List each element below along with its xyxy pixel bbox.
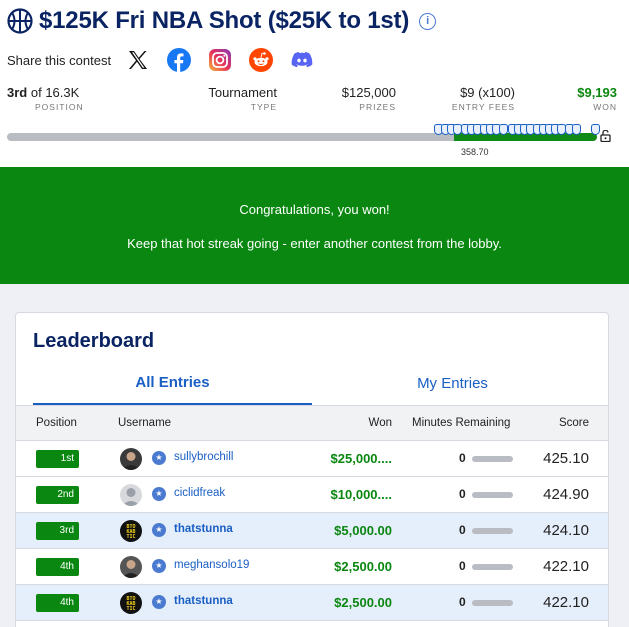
col-position[interactable]: Position [36,417,77,429]
position-badge: 4th [36,558,79,576]
minutes-remaining: 0 [459,595,466,609]
prizes-value: $125,000 [341,85,396,100]
rank-place: 3rd [7,85,28,100]
avatar[interactable] [120,484,142,506]
score-value: 422.10 [543,594,589,611]
col-won[interactable]: Won [369,417,392,429]
win-message: Congratulations, you won! [239,202,390,217]
share-row: Share this contest [7,46,330,74]
unlock-icon [600,130,611,142]
progress-value: 358.70 [461,147,489,157]
contest-stats: 3rd of 16.3K POSITION Tournament TYPE $1… [0,85,629,115]
discord-icon[interactable] [289,47,315,73]
table-row[interactable]: 1st ★ sullybrochill $25,000.... 0 425.10 [16,441,608,477]
score-value: 425.10 [543,450,589,467]
prizes-label: PRIZES [359,102,396,112]
username-link[interactable]: meghansolo19 [174,559,249,571]
position-badge: 4th [36,594,79,612]
avatar[interactable] [120,556,142,578]
leaderboard-header: Position Username Won Minutes Remaining … [16,405,608,441]
reddit-icon[interactable] [248,47,274,73]
prizes-stat: $125,000 PRIZES [342,85,396,112]
score-value: 424.90 [543,486,589,503]
score-value: 422.10 [543,558,589,575]
won-amount: $2,500.00 [334,559,392,574]
fees-label: ENTRY FEES [451,102,515,112]
minutes-remaining: 0 [459,559,466,573]
leaderboard-title: Leaderboard [33,330,155,352]
entry-marker-icon [499,124,508,135]
minutes-bar [472,456,513,462]
x-icon[interactable] [125,47,151,73]
username-link[interactable]: thatstunna [174,523,233,535]
type-value: Tournament [208,85,277,100]
minutes-bar [472,600,513,606]
col-username[interactable]: Username [118,417,171,429]
contest-header: $125K Fri NBA Shot ($25K to 1st) i [7,4,437,38]
minutes-remaining: 0 [459,487,466,501]
verified-icon: ★ [152,595,166,609]
minutes-remaining: 0 [459,451,466,465]
info-icon[interactable]: i [419,12,437,30]
tab-all-entries[interactable]: All Entries [33,361,312,405]
won-amount: $2,500.00 [334,595,392,610]
fees-stat: $9 (x100) ENTRY FEES [452,85,515,112]
position-badge: 1st [36,450,79,468]
verified-icon: ★ [152,523,166,537]
position-label: POSITION [35,102,84,112]
minutes-bar [472,492,513,498]
username-link[interactable]: sullybrochill [174,451,233,463]
won-label: WON [593,102,617,112]
verified-icon: ★ [152,487,166,501]
win-banner: Congratulations, you won! Keep that hot … [0,167,629,284]
position-stat: 3rd of 16.3K POSITION [7,85,84,112]
avatar[interactable]: BTO KAB TIC [120,520,142,542]
contest-title: $125K Fri NBA Shot ($25K to 1st) [39,7,410,34]
table-row[interactable]: 2nd ★ ciclidfreak $10,000.... 0 424.90 [16,477,608,513]
entry-markers [434,122,604,136]
position-badge: 3rd [36,522,79,540]
share-label: Share this contest [7,52,112,68]
entry-marker-icon [591,124,600,135]
type-label: TYPE [250,102,277,112]
leaderboard-section: Leaderboard All Entries My Entries Posit… [0,284,629,627]
avatar[interactable] [120,448,142,470]
rank-of: of 16.3K [30,85,80,100]
table-row[interactable]: 4th BTO KAB TIC ★ thatstunna $2,500.00 0 422.10 [16,585,608,621]
svg-text:TIC: TIC [126,606,135,612]
facebook-icon[interactable] [166,47,192,73]
table-row[interactable]: 4th ★ meghansolo19 $2,500.00 0 422.10 [16,549,608,585]
leaderboard-tabs: All Entries My Entries [33,361,593,405]
score-value: 424.10 [543,522,589,539]
avatar[interactable]: BTO KAB TIC [120,592,142,614]
lobby-message: Keep that hot streak going - enter anoth… [127,236,502,251]
fees-value: $9 (x100) [460,85,515,100]
col-score[interactable]: Score [559,417,589,429]
minutes-remaining: 0 [459,523,466,537]
table-row[interactable]: 3rd BTO KAB TIC ★ thatstunna $5,000.00 0 424.10 [16,513,608,549]
position-badge: 2nd [36,486,79,504]
entry-marker-icon [572,124,581,135]
svg-text:TIC: TIC [126,534,135,540]
won-stat: $9,193 WON [577,85,617,112]
username-link[interactable]: thatstunna [174,595,233,607]
username-link[interactable]: ciclidfreak [174,487,225,499]
won-amount: $25,000.... [330,451,392,466]
minutes-bar [472,564,513,570]
won-value: $9,193 [577,85,617,100]
instagram-icon[interactable] [207,47,233,73]
verified-icon: ★ [152,559,166,573]
basketball-icon [7,8,33,34]
won-amount: $5,000.00 [334,523,392,538]
type-stat: Tournament TYPE [208,85,277,112]
leaderboard-card: Leaderboard All Entries My Entries Posit… [15,312,609,627]
tab-my-entries[interactable]: My Entries [312,361,593,405]
col-minutes-remaining[interactable]: Minutes Remaining [412,417,510,429]
won-amount: $10,000.... [330,487,392,502]
verified-icon: ★ [152,451,166,465]
minutes-bar [472,528,513,534]
